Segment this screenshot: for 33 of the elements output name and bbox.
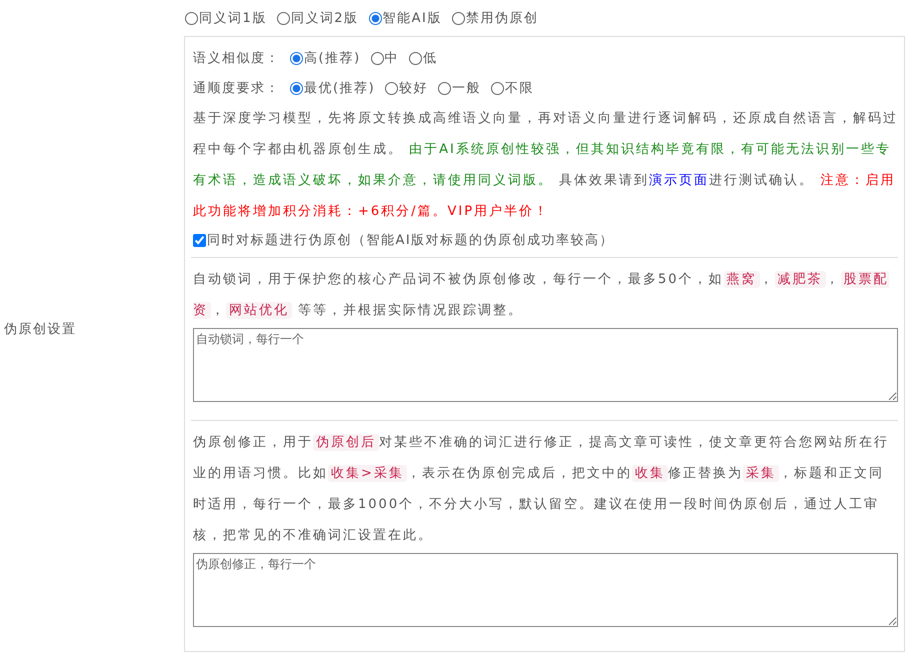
- demo-page-link[interactable]: 演示页面: [649, 173, 710, 188]
- radio-button[interactable]: [385, 82, 398, 94]
- radio-button[interactable]: [409, 52, 422, 64]
- checkbox[interactable]: [193, 234, 206, 246]
- settings-label: 伪原创设置: [4, 321, 76, 338]
- option-label: 不限: [505, 80, 534, 97]
- option-label: 同时对标题进行伪原创（智能AI版对标题的伪原创成功率较高）: [207, 232, 614, 249]
- radio-button[interactable]: [452, 12, 465, 24]
- radio-button[interactable]: [290, 52, 303, 64]
- radio-button[interactable]: [276, 12, 290, 24]
- radio-button[interactable]: [491, 82, 504, 94]
- option-label: 智能AI版: [382, 10, 442, 27]
- radio-button[interactable]: [370, 52, 384, 64]
- option-label: 高(推荐): [304, 50, 361, 67]
- option-label: 同义词1版: [199, 10, 267, 27]
- radio-button[interactable]: [290, 82, 303, 94]
- lock-words-field[interactable]: 自动锁词，每行一个: [193, 328, 898, 402]
- radio-button[interactable]: [185, 12, 198, 24]
- radio-button[interactable]: [438, 82, 452, 94]
- option-label: 低: [423, 50, 438, 67]
- description-text: 伪原创修正，用于 伪原创后 对某些不准确的词汇进行修正，提高文章可读性，使文章更符合您网站所在行业的用语习惯。比如 收集>采集 ，表示在伪原创完成后，把文中的 收集 修正替换为 采集 ，标题和正文同时适用，每行一个，最多1000个，不分大小写，默认留空。建议在使用一段时间伪原创后，通过人工审核，把常见的不准确词汇设置在此。: [193, 433, 890, 545]
- field-label: 通顺度要求：: [193, 80, 280, 97]
- option-label: 最优(推荐): [304, 80, 376, 97]
- option-label: 同义词2版: [290, 10, 359, 27]
- description-text: 基于深度学习模型，先将原文转换成高维语义向量，再对语义向量进行逐词解码，还原成自然语言，解码过程中每个字都由机器原创生成。 由于AI系统原创性较强，但其知识结构毕竟有限，有可能无法识别一些专有术语，造成语义破坏，如果介意，请使用同义词版。 具体效果请到 演示页面进行测试确认。 注意：启用此功能将增加积分消耗：+6积分/篇。VIP用户半价！: [193, 110, 898, 221]
- radio-button[interactable]: [368, 12, 382, 24]
- correction-field[interactable]: 伪原创修正，每行一个: [193, 553, 898, 627]
- field-label: 语义相似度：: [193, 50, 280, 67]
- option-label: 较好: [399, 80, 428, 97]
- option-label: 中: [384, 50, 400, 67]
- description-text: 自动锁词，用于保护您的核心产品词不被伪原创修改，每行一个，最多50个，如 燕窝 ， 减肥茶 ， 股票配资 ， 网站优化 等等，并根据实际情况跟踪调整。: [193, 270, 890, 321]
- option-label: 一般: [452, 80, 482, 97]
- option-label: 禁用伪原创: [466, 10, 538, 27]
